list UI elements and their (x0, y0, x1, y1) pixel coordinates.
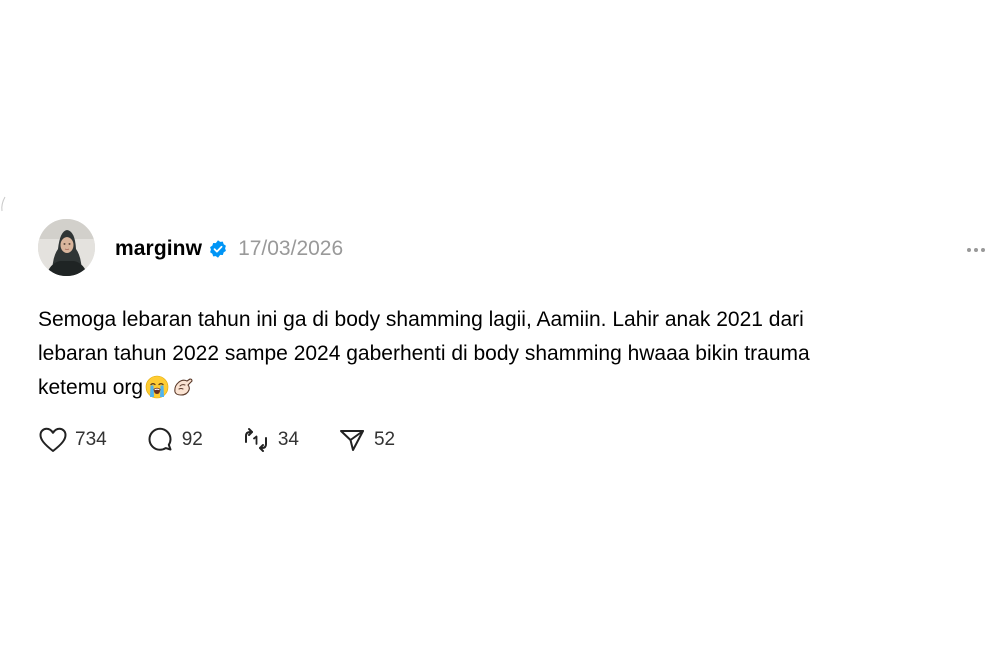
avatar[interactable] (38, 219, 95, 276)
comment-count: 92 (181, 429, 203, 450)
post-body-line: lebaran tahun 2022 sampe 2024 gaberhenti… (38, 342, 810, 365)
more-dot-icon (967, 248, 971, 252)
post-header: marginw 17/03/2026 (115, 236, 343, 262)
more-dot-icon (981, 248, 985, 252)
edge-artifact (1, 196, 6, 212)
pinching-hand-emoji (174, 378, 193, 396)
send-icon (339, 430, 364, 451)
post-body-line-last: ketemu org (38, 371, 958, 405)
post-body-line: Semoga lebaran tahun ini ga di body sham… (38, 308, 804, 331)
more-options-button[interactable] (961, 240, 991, 260)
post-card: marginw 17/03/2026 Semoga lebaran tahun … (0, 0, 1000, 666)
verified-badge-icon (210, 240, 226, 258)
post-actions: 734 92 34 52 (38, 424, 433, 456)
repost-button[interactable]: 34 (241, 425, 299, 455)
post-timestamp[interactable]: 17/03/2026 (238, 237, 343, 261)
like-button[interactable]: 734 (38, 426, 107, 454)
heart-icon (39, 427, 67, 452)
more-dot-icon (974, 248, 978, 252)
post-body: Semoga lebaran tahun ini ga di body sham… (38, 303, 958, 405)
comment-button[interactable]: 92 (145, 425, 203, 455)
repost-icon (244, 428, 267, 452)
post-body-line-text: ketemu org (38, 376, 144, 399)
like-count: 734 (75, 429, 107, 450)
avatar-image (38, 219, 95, 276)
comment-icon (148, 427, 172, 451)
loudly-crying-face-emoji (145, 375, 169, 399)
repost-count: 34 (277, 429, 299, 450)
share-button[interactable]: 52 (337, 425, 395, 455)
share-count: 52 (373, 429, 396, 450)
username-link[interactable]: marginw (115, 237, 202, 261)
